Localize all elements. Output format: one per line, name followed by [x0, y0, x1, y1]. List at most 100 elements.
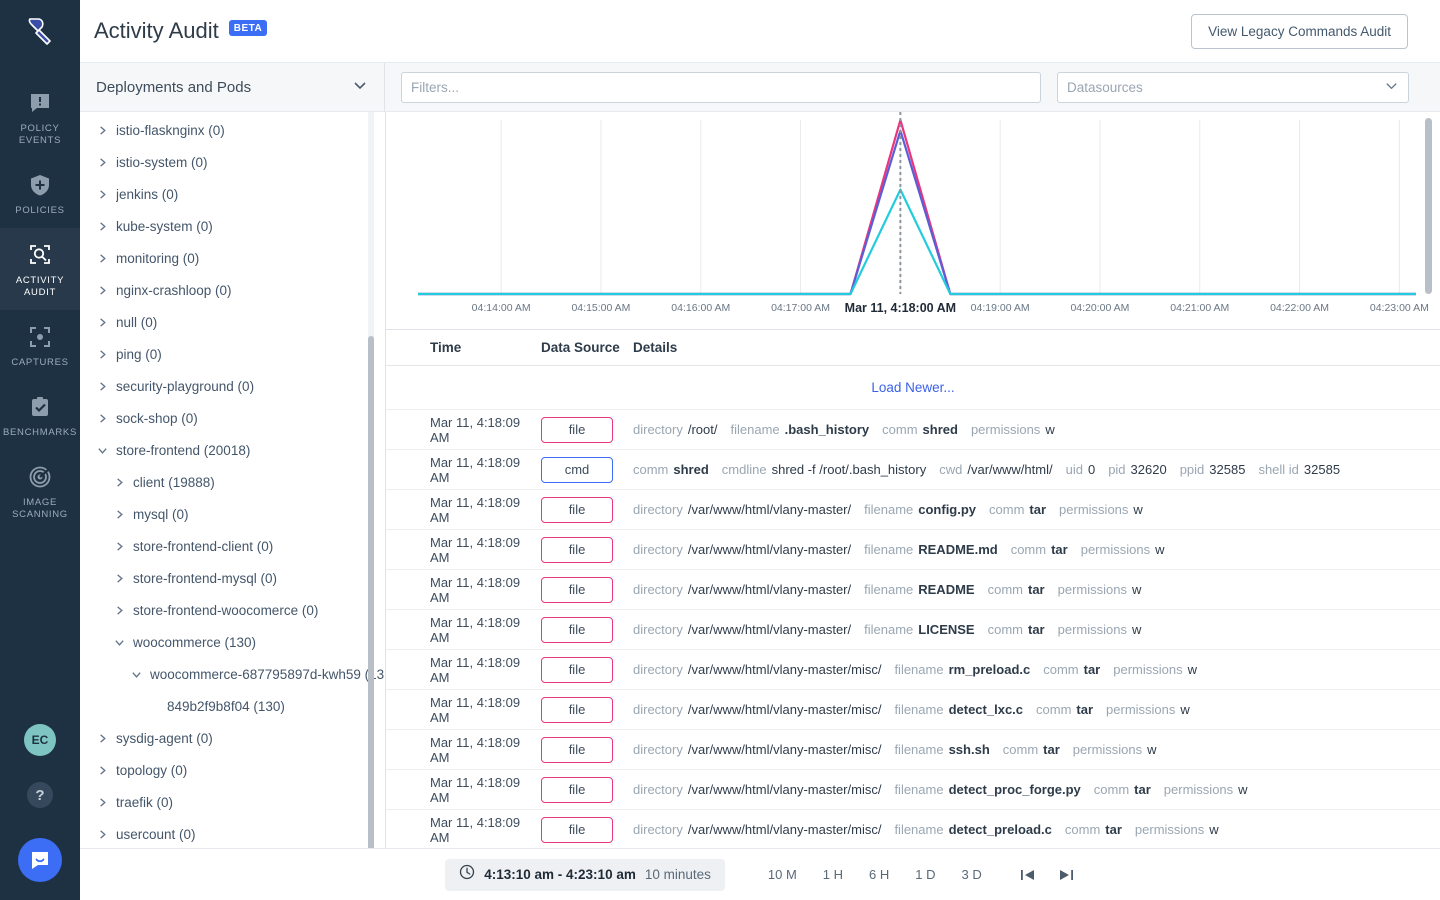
- tree-item[interactable]: usercount (0): [80, 818, 385, 848]
- tree-item[interactable]: store-frontend (20018): [80, 434, 385, 466]
- chevron-right-icon[interactable]: [94, 349, 110, 360]
- data-source-badge[interactable]: file: [541, 576, 613, 603]
- chevron-right-icon[interactable]: [94, 829, 110, 840]
- table-row[interactable]: Mar 11, 4:18:09 AM cmd comm shred cmdline shr…: [386, 450, 1440, 490]
- table-row[interactable]: Mar 11, 4:18:09 AM file directory/var/www/…: [386, 610, 1440, 650]
- time-preset-6h[interactable]: 6 H: [856, 861, 902, 888]
- chevron-right-icon[interactable]: [94, 765, 110, 776]
- chevron-right-icon[interactable]: [94, 189, 110, 200]
- chevron-right-icon[interactable]: [94, 157, 110, 168]
- chevron-right-icon[interactable]: [94, 125, 110, 136]
- deployments-and-pods-tree[interactable]: istio-flasknginx (0) istio-system (0) jenk…: [80, 112, 386, 848]
- data-source-badge[interactable]: file: [541, 616, 613, 643]
- cell-time: Mar 11, 4:18:09 AM: [430, 694, 521, 725]
- tree-item[interactable]: sysdig-agent (0): [80, 722, 385, 754]
- tree-item[interactable]: traefik (0): [80, 786, 385, 818]
- table-row[interactable]: Mar 11, 4:18:09 AM file directory/var/www/…: [386, 690, 1440, 730]
- tree-item[interactable]: 849b2f9b8f04 (130): [80, 690, 385, 722]
- time-preset-10m[interactable]: 10 M: [755, 861, 810, 888]
- table-row[interactable]: Mar 11, 4:18:09 AM file directory/var/www/…: [386, 810, 1440, 848]
- tree-item[interactable]: topology (0): [80, 754, 385, 786]
- chevron-right-icon[interactable]: [94, 253, 110, 264]
- activity-timeline-chart[interactable]: 04:14:00 AM 04:15:00 AM 04:16:00 AM 04:17:0…: [386, 112, 1440, 330]
- step-backward-icon[interactable]: [1019, 867, 1037, 883]
- table-row[interactable]: Mar 11, 4:18:09 AM file directory/var/www/…: [386, 530, 1440, 570]
- column-header-time: Time: [430, 340, 462, 355]
- data-source-badge[interactable]: cmd: [541, 456, 613, 483]
- table-row[interactable]: Mar 11, 4:18:09 AM file directory/var/www/…: [386, 650, 1440, 690]
- tree-item[interactable]: jenkins (0): [80, 178, 385, 210]
- tree-scrollbar-thumb[interactable]: [368, 336, 374, 848]
- tree-item[interactable]: security-playground (0): [80, 370, 385, 402]
- chevron-right-icon[interactable]: [94, 221, 110, 232]
- data-source-badge[interactable]: file: [541, 496, 613, 523]
- chevron-right-icon[interactable]: [94, 413, 110, 424]
- tree-item[interactable]: store-frontend-client (0): [80, 530, 385, 562]
- table-row[interactable]: Mar 11, 4:18:09 AM file directory/root/fil…: [386, 410, 1440, 450]
- tree-item[interactable]: sock-shop (0): [80, 402, 385, 434]
- chevron-right-icon[interactable]: [111, 541, 127, 552]
- tree-item[interactable]: ping (0): [80, 338, 385, 370]
- table-row[interactable]: Mar 11, 4:18:09 AM file directory/var/www/…: [386, 570, 1440, 610]
- tree-item[interactable]: woocommerce-687795897d-kwh59 (13: [80, 658, 385, 690]
- tree-item[interactable]: istio-system (0): [80, 146, 385, 178]
- chevron-down-icon[interactable]: [94, 445, 110, 456]
- sidebar-item-policies[interactable]: Policies: [0, 158, 80, 228]
- tree-item[interactable]: client (19888): [80, 466, 385, 498]
- tree-item[interactable]: nginx-crashloop (0): [80, 274, 385, 306]
- datasources-dropdown[interactable]: Datasources: [1057, 71, 1409, 103]
- detail-value: 0: [1087, 462, 1096, 477]
- tree-item[interactable]: mysql (0): [80, 498, 385, 530]
- data-source-badge[interactable]: file: [541, 536, 613, 563]
- table-row[interactable]: Mar 11, 4:18:09 AM file directory/var/www/…: [386, 770, 1440, 810]
- sidebar-item-policy-events[interactable]: Policy Events: [0, 76, 80, 158]
- data-source-badge[interactable]: file: [541, 776, 613, 803]
- tree-item[interactable]: woocommerce (130): [80, 626, 385, 658]
- chevron-down-icon[interactable]: [128, 669, 144, 680]
- chart-scrollbar-thumb[interactable]: [1425, 118, 1432, 294]
- time-preset-1h[interactable]: 1 H: [810, 861, 856, 888]
- data-source-badge[interactable]: file: [541, 736, 613, 763]
- chevron-right-icon[interactable]: [111, 477, 127, 488]
- step-forward-icon[interactable]: [1057, 867, 1075, 883]
- x-axis-tick-label: 04:22:00 AM: [1270, 302, 1330, 314]
- filters-input[interactable]: [401, 71, 1041, 103]
- intercom-chat-icon[interactable]: [18, 838, 62, 882]
- load-newer-link[interactable]: Load Newer...: [386, 366, 1440, 410]
- tree-item[interactable]: store-frontend-mysql (0): [80, 562, 385, 594]
- detail-key: comm: [633, 462, 669, 477]
- tree-item[interactable]: istio-flasknginx (0): [80, 114, 385, 146]
- data-source-badge[interactable]: file: [541, 696, 613, 723]
- chevron-right-icon[interactable]: [111, 509, 127, 520]
- chevron-right-icon[interactable]: [94, 733, 110, 744]
- chevron-right-icon[interactable]: [111, 573, 127, 584]
- tree-item[interactable]: null (0): [80, 306, 385, 338]
- chevron-right-icon[interactable]: [111, 605, 127, 616]
- shovel-logo-icon[interactable]: [0, 0, 80, 62]
- table-row[interactable]: Mar 11, 4:18:09 AM file directory/var/www/…: [386, 730, 1440, 770]
- chevron-right-icon[interactable]: [94, 381, 110, 392]
- data-source-badge[interactable]: file: [541, 656, 613, 683]
- data-source-badge[interactable]: file: [541, 416, 613, 443]
- time-preset-3d[interactable]: 3 D: [949, 861, 995, 888]
- tree-item[interactable]: kube-system (0): [80, 210, 385, 242]
- detail-value: tar: [1027, 622, 1045, 637]
- tree-item[interactable]: monitoring (0): [80, 242, 385, 274]
- help-icon[interactable]: ?: [27, 782, 53, 808]
- chevron-down-icon[interactable]: [111, 637, 127, 648]
- scope-dropdown[interactable]: Deployments and Pods: [80, 62, 385, 112]
- time-preset-1d[interactable]: 1 D: [902, 861, 948, 888]
- time-range-picker[interactable]: 4:13:10 am - 4:23:10 am 10 minutes: [445, 858, 725, 891]
- tree-item[interactable]: store-frontend-woocomerce (0): [80, 594, 385, 626]
- data-source-badge[interactable]: file: [541, 816, 613, 843]
- sidebar-item-image-scanning[interactable]: Image Scanning: [0, 450, 80, 532]
- chevron-right-icon[interactable]: [94, 797, 110, 808]
- chevron-right-icon[interactable]: [94, 317, 110, 328]
- table-row[interactable]: Mar 11, 4:18:09 AM file directory/var/www/…: [386, 490, 1440, 530]
- view-legacy-commands-audit-button[interactable]: View Legacy Commands Audit: [1191, 13, 1408, 49]
- avatar[interactable]: EC: [24, 724, 56, 756]
- chevron-right-icon[interactable]: [94, 285, 110, 296]
- sidebar-item-activity-audit[interactable]: Activity Audit: [0, 228, 80, 310]
- sidebar-item-captures[interactable]: Captures: [0, 310, 80, 380]
- sidebar-item-benchmarks[interactable]: Benchmarks: [0, 380, 80, 450]
